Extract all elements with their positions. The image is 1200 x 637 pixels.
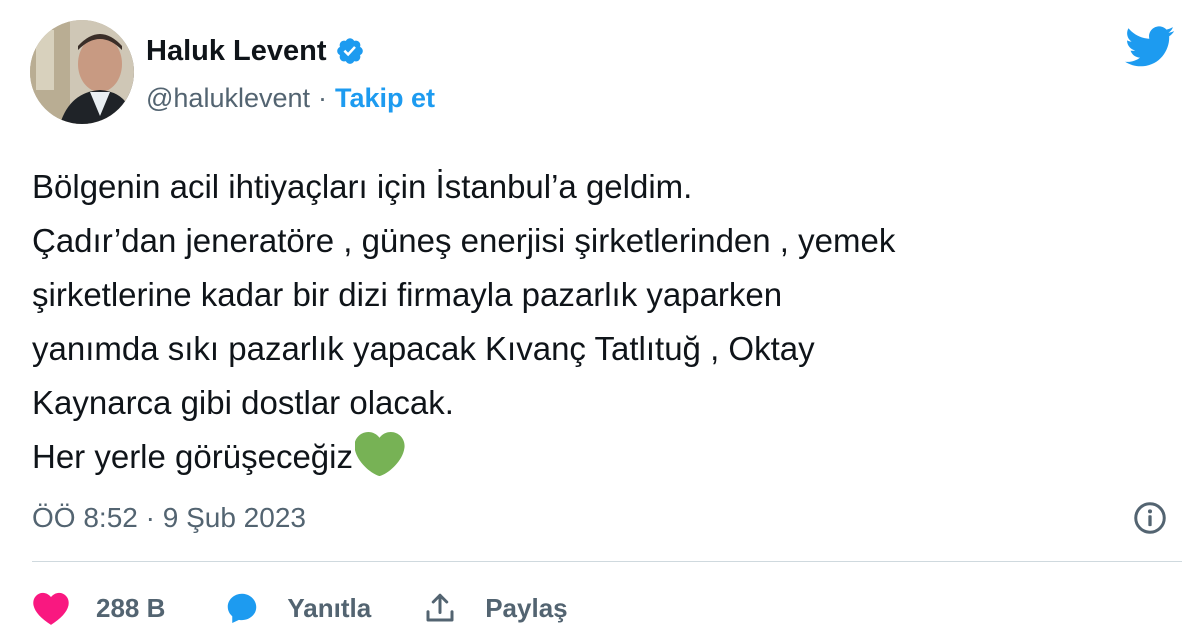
tweet-line-6: Her yerle görüşeceğiz bbox=[32, 438, 353, 475]
like-button[interactable]: 288 B bbox=[32, 590, 165, 626]
verified-badge-icon bbox=[336, 38, 363, 64]
author-name-row: Haluk Levent bbox=[146, 30, 365, 72]
tweet-line-6-wrapper: Her yerle görüşeceğiz bbox=[32, 430, 1182, 484]
twitter-bird-icon[interactable] bbox=[1125, 26, 1175, 68]
like-count: 288 B bbox=[96, 592, 166, 623]
green-heart-icon bbox=[354, 432, 405, 476]
tweet-line-1: Bölgenin acil ihtiyaçları için İstanbul’… bbox=[32, 168, 693, 205]
avatar[interactable] bbox=[30, 20, 134, 124]
reply-button[interactable]: Yanıtla bbox=[223, 590, 371, 626]
tweet-line-5: Kaynarca gibi dostlar olacak. bbox=[32, 384, 454, 421]
reply-bubble-icon bbox=[228, 593, 257, 623]
tweet-text: Bölgenin acil ihtiyaçları için İstanbul’… bbox=[32, 160, 1182, 484]
heart-icon bbox=[33, 592, 69, 625]
tweet-line-4: yanımda sıkı pazarlık yapacak Kıvanç Tat… bbox=[32, 330, 815, 367]
author-handle[interactable]: @haluklevent bbox=[146, 83, 310, 114]
author-name[interactable]: Haluk Levent bbox=[146, 35, 327, 68]
share-button[interactable]: Paylaş bbox=[421, 590, 568, 626]
reply-label: Yanıtla bbox=[287, 592, 372, 623]
handle-separator: · bbox=[318, 82, 328, 113]
tweet-line-3: şirketlerine kadar bir dizi firmayla paz… bbox=[32, 276, 783, 313]
tweet-actions: 288 B Yanıtla Paylaş bbox=[32, 586, 568, 630]
tweet-line-2: Çadır’dan jeneratöre , güneş enerjisi şi… bbox=[32, 222, 896, 259]
info-icon[interactable] bbox=[1132, 500, 1168, 536]
tweet-timestamp[interactable]: ÖÖ 8:52 · 9 Şub 2023 bbox=[32, 500, 306, 536]
share-icon bbox=[426, 593, 454, 622]
divider bbox=[32, 561, 1182, 562]
handle-row: @haluklevent · Takip et bbox=[146, 80, 435, 116]
avatar-image bbox=[30, 20, 134, 124]
follow-link[interactable]: Takip et bbox=[335, 83, 435, 114]
share-label: Paylaş bbox=[485, 592, 568, 623]
